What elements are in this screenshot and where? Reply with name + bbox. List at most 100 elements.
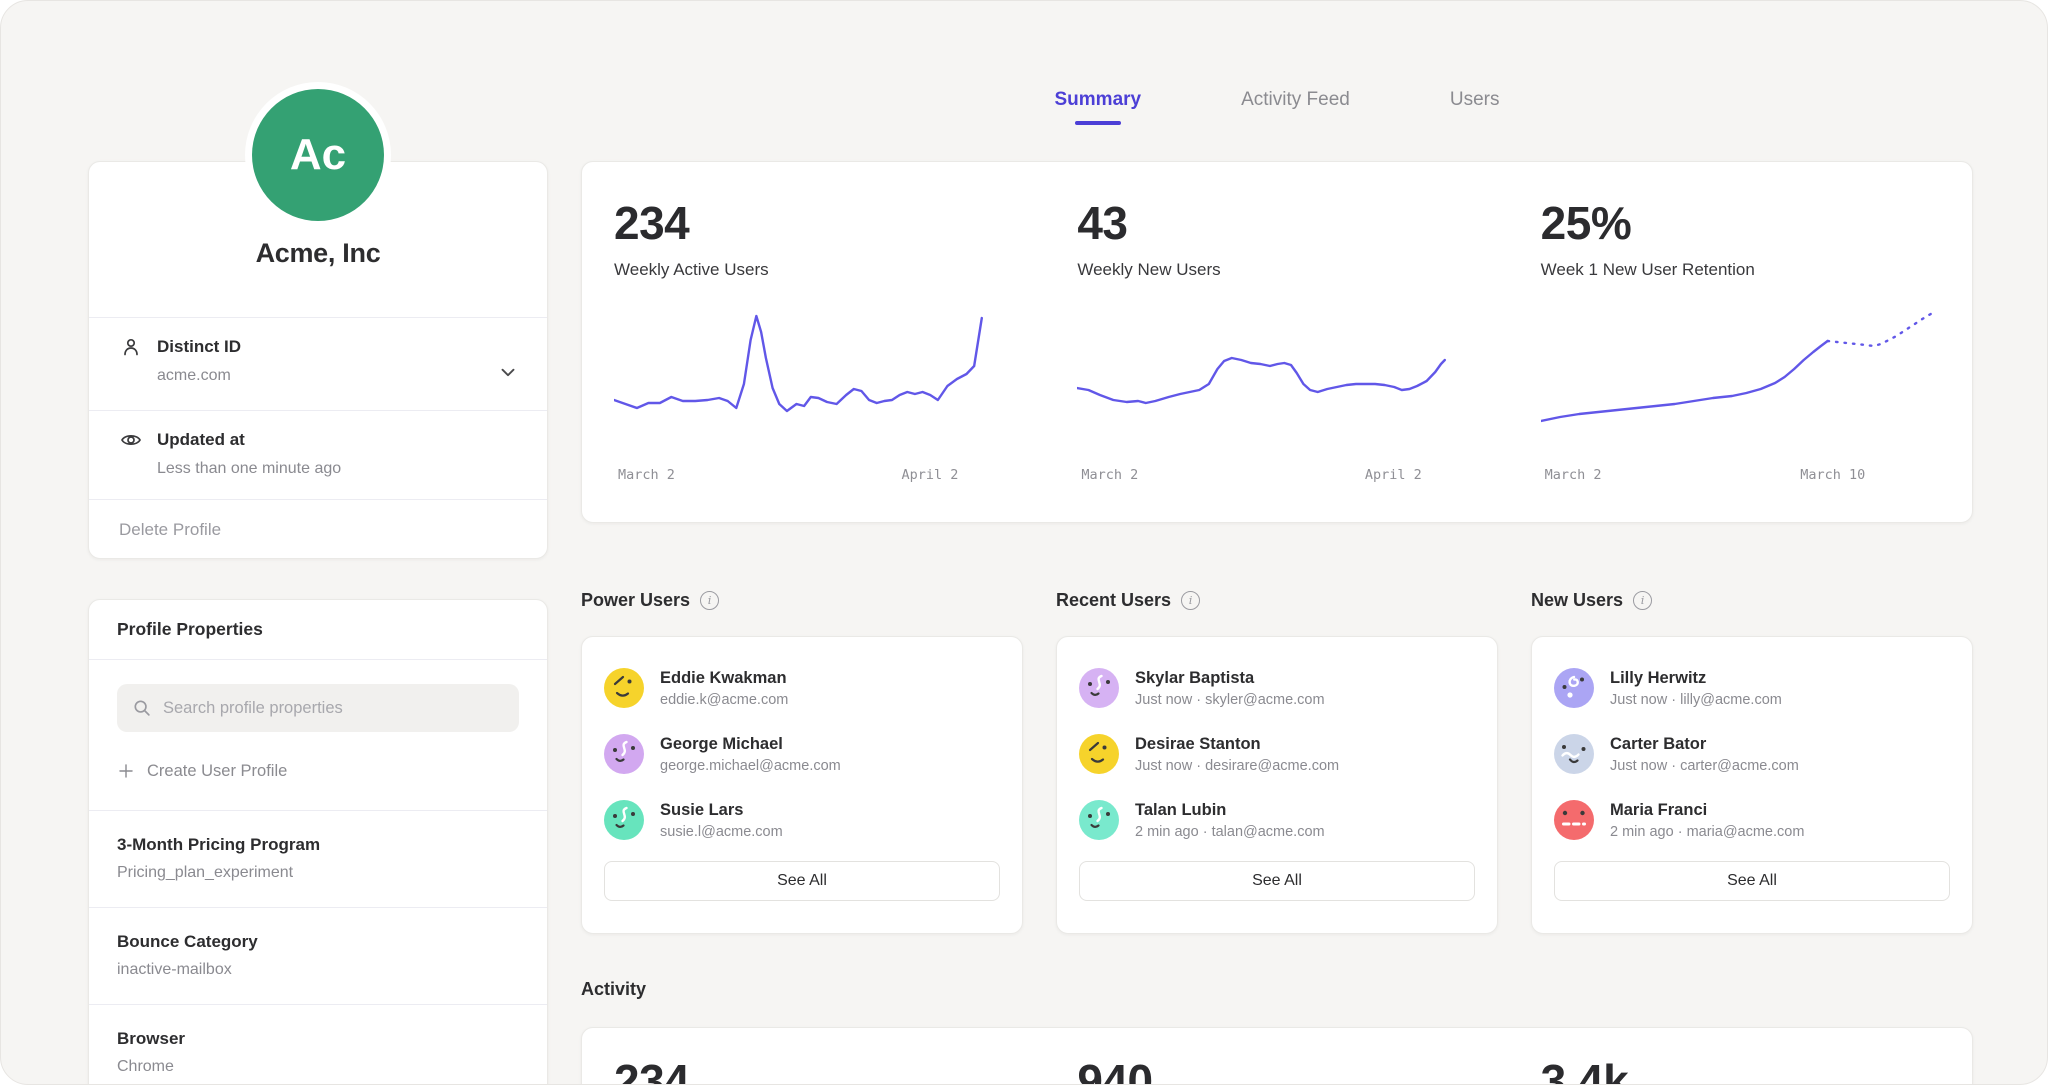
activity-value: 940 xyxy=(1077,1054,1476,1085)
tab-activity-feed[interactable]: Activity Feed xyxy=(1241,89,1350,125)
avatar xyxy=(1554,800,1594,840)
user-row[interactable]: Eddie Kwakman eddie.k@acme.com xyxy=(604,662,1000,714)
weekly-active-users-chart xyxy=(614,308,1013,458)
updated-at-row: Updated at Less than one minute ago xyxy=(89,410,547,499)
company-avatar: Ac xyxy=(252,89,384,221)
user-detail: eddie.k@acme.com xyxy=(660,692,788,708)
profile-properties-card: Profile Properties Create User Pro xyxy=(88,599,548,1085)
see-all-button[interactable]: See All xyxy=(1079,861,1475,901)
search-profile-properties-input[interactable] xyxy=(117,684,519,732)
user-row[interactable]: Skylar Baptista Just now · skyler@acme.c… xyxy=(1079,662,1475,714)
see-all-button[interactable]: See All xyxy=(604,861,1000,901)
create-user-profile-label: Create User Profile xyxy=(147,762,287,781)
avatar xyxy=(604,800,644,840)
property-name: Browser xyxy=(117,1029,519,1049)
property-item[interactable]: Bounce Category inactive-mailbox xyxy=(89,908,547,1005)
new-users-section: New Users i Lilly Herwitz Just now · lil… xyxy=(1531,586,1973,934)
new-users-title: New Users xyxy=(1531,590,1623,611)
stat-value: 43 xyxy=(1077,196,1476,250)
property-item[interactable]: Browser Chrome xyxy=(89,1005,547,1085)
user-detail: Just now · carter@acme.com xyxy=(1610,758,1799,774)
activity-section-title: Activity xyxy=(581,979,646,1000)
property-list: 3-Month Pricing Program Pricing_plan_exp… xyxy=(89,810,547,1085)
activity-card: 234 940 3.4k xyxy=(581,1027,1973,1085)
user-row[interactable]: Desirae Stanton Just now · desirare@acme… xyxy=(1079,728,1475,780)
info-icon[interactable]: i xyxy=(700,591,719,610)
updated-at-value: Less than one minute ago xyxy=(157,460,517,478)
profile-properties-title: Profile Properties xyxy=(117,619,263,640)
activity-value: 234 xyxy=(614,1054,1013,1085)
delete-profile-button[interactable]: Delete Profile xyxy=(89,499,547,560)
new-users-card: Lilly Herwitz Just now · lilly@acme.com … xyxy=(1531,636,1973,934)
user-row[interactable]: Talan Lubin 2 min ago · talan@acme.com xyxy=(1079,794,1475,846)
property-value: inactive-mailbox xyxy=(117,961,519,979)
eye-icon xyxy=(119,428,143,452)
power-users-card: Eddie Kwakman eddie.k@acme.com George Mi… xyxy=(581,636,1023,934)
recent-users-title: Recent Users xyxy=(1056,590,1171,611)
power-users-title: Power Users xyxy=(581,590,690,611)
stat-weekly-active-users: 234 Weekly Active Users March 2 April 2 xyxy=(582,162,1045,522)
x-tick: April 2 xyxy=(902,467,959,483)
distinct-id-value: acme.com xyxy=(157,367,517,385)
distinct-id-label: Distinct ID xyxy=(157,337,241,357)
user-name: Maria Franci xyxy=(1610,801,1804,820)
tab-users[interactable]: Users xyxy=(1450,89,1500,125)
x-tick: March 2 xyxy=(1081,467,1138,483)
user-row[interactable]: Lilly Herwitz Just now · lilly@acme.com xyxy=(1554,662,1950,714)
stat-label: Weekly Active Users xyxy=(614,260,1013,280)
property-item[interactable]: 3-Month Pricing Program Pricing_plan_exp… xyxy=(89,811,547,908)
sidebar: Ac Acme, Inc Distinct ID acme.com xyxy=(88,1,548,1084)
user-row[interactable]: Carter Bator Just now · carter@acme.com xyxy=(1554,728,1950,780)
search-icon xyxy=(131,697,153,719)
weekly-new-users-chart xyxy=(1077,308,1476,458)
create-user-profile-button[interactable]: Create User Profile xyxy=(117,760,519,782)
user-name: Skylar Baptista xyxy=(1135,669,1325,688)
tab-summary[interactable]: Summary xyxy=(1055,89,1142,125)
property-name: Bounce Category xyxy=(117,932,519,952)
avatar xyxy=(604,734,644,774)
plus-icon xyxy=(117,762,135,780)
x-tick: March 10 xyxy=(1800,467,1865,483)
stat-weekly-new-users: 43 Weekly New Users March 2 April 2 xyxy=(1045,162,1508,522)
activity-stat: 234 xyxy=(582,1028,1045,1085)
recent-users-card: Skylar Baptista Just now · skyler@acme.c… xyxy=(1056,636,1498,934)
property-value: Pricing_plan_experiment xyxy=(117,864,519,882)
tab-bar: Summary Activity Feed Users xyxy=(581,89,1973,125)
property-name: 3-Month Pricing Program xyxy=(117,835,519,855)
summary-stats-card: 234 Weekly Active Users March 2 April 2 … xyxy=(581,161,1973,523)
info-icon[interactable]: i xyxy=(1633,591,1652,610)
activity-value: 3.4k xyxy=(1541,1054,1940,1085)
user-row[interactable]: Maria Franci 2 min ago · maria@acme.com xyxy=(1554,794,1950,846)
user-name: Carter Bator xyxy=(1610,735,1799,754)
user-name: Talan Lubin xyxy=(1135,801,1325,820)
user-name: Desirae Stanton xyxy=(1135,735,1339,754)
avatar xyxy=(1079,668,1119,708)
stat-value: 234 xyxy=(614,196,1013,250)
power-users-section: Power Users i Eddie Kwakman eddie.k@acme… xyxy=(581,586,1023,934)
avatar xyxy=(1554,734,1594,774)
x-tick: April 2 xyxy=(1365,467,1422,483)
user-row[interactable]: Susie Lars susie.l@acme.com xyxy=(604,794,1000,846)
person-icon xyxy=(119,335,143,359)
user-name: Lilly Herwitz xyxy=(1610,669,1782,688)
distinct-id-row[interactable]: Distinct ID acme.com xyxy=(89,317,547,410)
user-detail: Just now · skyler@acme.com xyxy=(1135,692,1325,708)
avatar xyxy=(1079,800,1119,840)
see-all-button[interactable]: See All xyxy=(1554,861,1950,901)
updated-at-label: Updated at xyxy=(157,430,245,450)
user-detail: Just now · lilly@acme.com xyxy=(1610,692,1782,708)
avatar xyxy=(604,668,644,708)
user-detail: 2 min ago · maria@acme.com xyxy=(1610,824,1804,840)
user-row[interactable]: George Michael george.michael@acme.com xyxy=(604,728,1000,780)
property-value: Chrome xyxy=(117,1058,519,1076)
stat-value: 25% xyxy=(1541,196,1940,250)
stat-week1-retention: 25% Week 1 New User Retention March 2 Ma… xyxy=(1509,162,1972,522)
user-detail: george.michael@acme.com xyxy=(660,758,841,774)
stat-label: Weekly New Users xyxy=(1077,260,1476,280)
week1-retention-chart xyxy=(1541,308,1940,458)
user-name: George Michael xyxy=(660,735,841,754)
x-tick: March 2 xyxy=(618,467,675,483)
info-icon[interactable]: i xyxy=(1181,591,1200,610)
chevron-down-icon[interactable] xyxy=(497,361,519,383)
stat-label: Week 1 New User Retention xyxy=(1541,260,1940,280)
